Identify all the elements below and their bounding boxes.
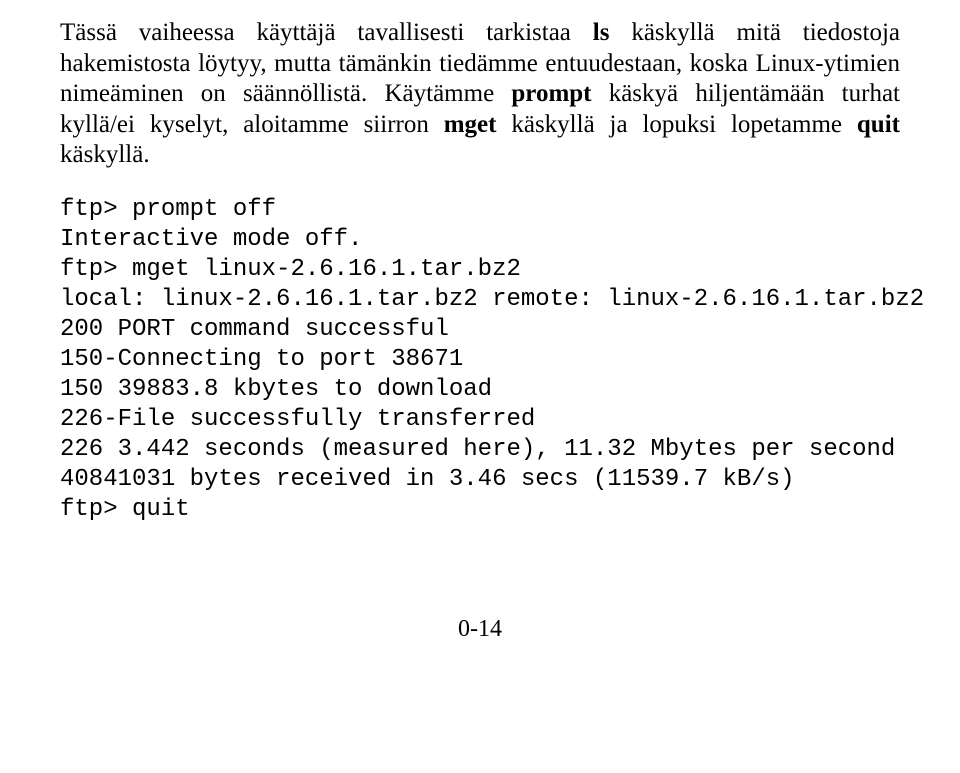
terminal-line: Interactive mode off. — [60, 225, 900, 255]
text-segment: käskyllä ja lopuksi lopetamme — [496, 111, 856, 138]
cmd-quit: quit — [857, 111, 900, 138]
terminal-line: local: linux-2.6.16.1.tar.bz2 remote: li… — [60, 285, 900, 315]
page: Tässä vaiheessa käyttäjä tavallisesti ta… — [0, 0, 960, 773]
body-paragraph: Tässä vaiheessa käyttäjä tavallisesti ta… — [60, 18, 900, 171]
cmd-mget: mget — [444, 111, 497, 138]
cmd-prompt: prompt — [511, 80, 591, 107]
terminal-line: 40841031 bytes received in 3.46 secs (11… — [60, 465, 900, 495]
cmd-ls: ls — [593, 19, 610, 46]
page-number: 0-14 — [60, 615, 900, 644]
text-segment: Tässä vaiheessa käyttäjä tavallisesti ta… — [60, 19, 593, 46]
terminal-line: 150 39883.8 kbytes to download — [60, 375, 900, 405]
terminal-line: ftp> quit — [60, 495, 900, 525]
terminal-line: 200 PORT command successful — [60, 315, 900, 345]
terminal-line: 226 3.442 seconds (measured here), 11.32… — [60, 435, 900, 465]
terminal-line: ftp> mget linux-2.6.16.1.tar.bz2 — [60, 255, 900, 285]
terminal-line: 226-File successfully transferred — [60, 405, 900, 435]
terminal-line: 150-Connecting to port 38671 — [60, 345, 900, 375]
terminal-line: ftp> prompt off — [60, 195, 900, 225]
text-segment: käskyllä. — [60, 141, 150, 168]
